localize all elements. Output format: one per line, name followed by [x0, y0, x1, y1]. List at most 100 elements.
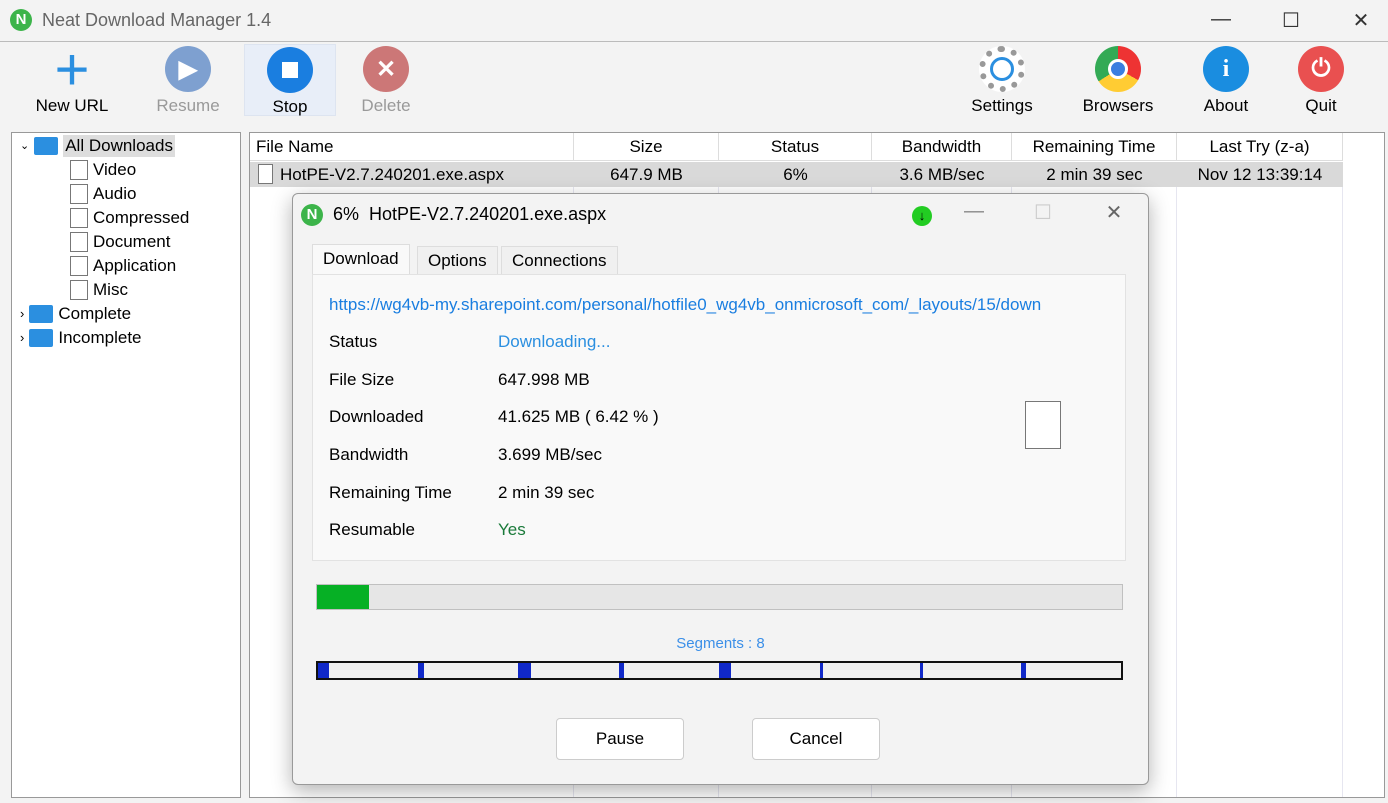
tree-label: Audio — [93, 184, 137, 203]
segment — [618, 663, 720, 678]
column-header-remaining[interactable]: Remaining Time — [1012, 133, 1177, 161]
stop-button[interactable]: Stop — [244, 44, 336, 116]
close-button[interactable]: ✕ — [1346, 8, 1376, 33]
app-logo-icon: N — [10, 9, 32, 31]
tree-label: Complete — [58, 304, 132, 323]
stop-label: Stop — [272, 97, 308, 116]
tree-label: Compressed — [93, 208, 190, 227]
resume-label: Resume — [156, 96, 220, 115]
segment — [417, 663, 519, 678]
video-icon — [70, 160, 88, 180]
remaining-time-label: Remaining Time — [329, 483, 452, 502]
file-type-icon — [1025, 401, 1061, 449]
play-icon: ▶ — [165, 46, 211, 92]
category-tree: ⌄ All Downloads Video Audio Compressed Do… — [11, 132, 241, 798]
about-label: About — [1203, 96, 1249, 115]
tree-incomplete[interactable]: › Incomplete — [20, 327, 142, 349]
column-header-bandwidth[interactable]: Bandwidth — [872, 133, 1012, 161]
quit-button[interactable]: ⏻ Quit — [1275, 44, 1367, 116]
cell-last-try: Nov 12 13:39:14 — [1177, 162, 1343, 187]
dialog-percent: 6% — [333, 204, 360, 224]
segment-fill — [318, 663, 329, 678]
download-info-panel: https://wg4vb-my.sharepoint.com/personal… — [312, 274, 1126, 561]
progress-bar — [316, 584, 1123, 610]
download-arrow-icon: ↓ — [912, 206, 932, 226]
plus-icon: + — [54, 35, 90, 103]
tab-options[interactable]: Options — [417, 246, 498, 274]
column-header-last-try[interactable]: Last Try (z-a) — [1177, 133, 1343, 161]
cell-status: 6% — [719, 162, 872, 187]
status-value: Downloading... — [498, 332, 611, 351]
tree-video[interactable]: Video — [70, 159, 136, 181]
resume-button[interactable]: ▶ Resume — [142, 44, 234, 116]
power-icon: ⏻ — [1298, 46, 1344, 92]
tree-document[interactable]: Document — [70, 231, 170, 253]
segment — [819, 663, 921, 678]
segment — [1020, 663, 1122, 678]
about-button[interactable]: i About — [1180, 44, 1272, 116]
title-bar: N Neat Download Manager 1.4 — ☐ ✕ — [0, 0, 1388, 42]
dialog-close-button[interactable]: ✕ — [1099, 200, 1129, 225]
window-title: Neat Download Manager 1.4 — [42, 10, 272, 30]
segment-fill — [519, 663, 531, 678]
column-header-size[interactable]: Size — [574, 133, 719, 161]
settings-button[interactable]: Settings — [956, 44, 1048, 116]
column-header-status[interactable]: Status — [719, 133, 872, 161]
column-header-file-name[interactable]: File Name — [250, 133, 574, 161]
downloaded-label: Downloaded — [329, 407, 424, 426]
segments-label: Segments : 8 — [676, 635, 765, 652]
tab-connections[interactable]: Connections — [501, 246, 618, 274]
folder-icon — [29, 329, 54, 347]
download-url[interactable]: https://wg4vb-my.sharepoint.com/personal… — [329, 295, 1041, 315]
zip-icon — [70, 208, 88, 228]
info-icon: i — [1203, 46, 1249, 92]
tree-complete[interactable]: › Complete — [20, 303, 131, 325]
stop-icon — [267, 47, 313, 93]
tree-label: Application — [93, 256, 177, 275]
segment-fill — [418, 663, 425, 678]
file-size-label: File Size — [329, 370, 395, 389]
segment — [518, 663, 619, 678]
chrome-icon — [1095, 46, 1141, 92]
folder-icon — [29, 305, 54, 323]
file-size-value: 647.998 MB — [498, 370, 590, 389]
pause-button[interactable]: Pause — [556, 718, 684, 760]
minimize-button[interactable]: — — [1206, 8, 1236, 31]
bandwidth-label: Bandwidth — [329, 445, 409, 464]
folder-icon — [34, 137, 59, 155]
segment-fill — [720, 663, 731, 678]
tree-label: Incomplete — [58, 328, 142, 347]
segments-bar — [316, 661, 1123, 680]
delete-x-icon: ✕ — [363, 46, 409, 92]
cell-bandwidth: 3.6 MB/sec — [872, 162, 1012, 187]
resumable-label: Resumable — [329, 520, 415, 539]
tree-audio[interactable]: Audio — [70, 183, 136, 205]
tab-download[interactable]: Download — [312, 244, 410, 274]
application-icon — [70, 256, 88, 276]
delete-button[interactable]: ✕ Delete — [340, 44, 432, 116]
segment-fill — [1021, 663, 1027, 678]
maximize-button[interactable]: ☐ — [1276, 8, 1306, 33]
tree-application[interactable]: Application — [70, 255, 176, 277]
segment-fill — [619, 663, 625, 678]
new-url-button[interactable]: + New URL — [26, 35, 118, 116]
browsers-button[interactable]: Browsers — [1072, 44, 1164, 116]
download-progress-dialog: N 6% HotPE-V2.7.240201.exe.aspx ↓ — ☐ ✕ … — [292, 193, 1149, 785]
resumable-value: Yes — [498, 520, 526, 539]
segment — [719, 663, 820, 678]
tree-label: All Downloads — [63, 135, 175, 157]
cancel-button[interactable]: Cancel — [752, 718, 880, 760]
bandwidth-value: 3.699 MB/sec — [498, 445, 602, 464]
audio-icon — [70, 184, 88, 204]
quit-label: Quit — [1305, 96, 1337, 115]
dialog-filename: HotPE-V2.7.240201.exe.aspx — [369, 204, 607, 224]
dialog-minimize-button[interactable]: — — [959, 200, 989, 223]
dialog-maximize-button[interactable]: ☐ — [1028, 200, 1058, 225]
file-icon — [258, 164, 273, 184]
tree-compressed[interactable]: Compressed — [70, 207, 189, 229]
tree-all-downloads[interactable]: ⌄ All Downloads — [20, 135, 175, 157]
cell-file-name: HotPE-V2.7.240201.exe.aspx — [250, 162, 574, 187]
downloaded-value: 41.625 MB ( 6.42 % ) — [498, 407, 659, 426]
tree-misc[interactable]: Misc — [70, 279, 128, 301]
segment — [920, 663, 1021, 678]
